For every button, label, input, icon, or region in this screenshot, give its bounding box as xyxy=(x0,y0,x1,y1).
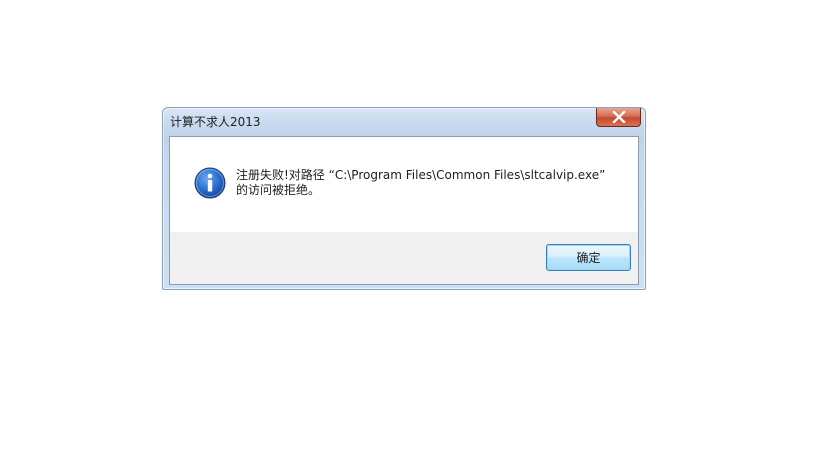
message-dialog: 计算不求人2013 注册失败!对路径 “C:\Program Files\Com… xyxy=(162,107,646,290)
message-area: 注册失败!对路径 “C:\Program Files\Common Files\… xyxy=(170,137,638,232)
message-line-2: 的访问被拒绝。 xyxy=(236,183,321,197)
dialog-title: 计算不求人2013 xyxy=(170,115,261,129)
close-button[interactable] xyxy=(596,108,641,127)
ok-button[interactable]: 确定 xyxy=(546,244,631,271)
error-message: 注册失败!对路径 “C:\Program Files\Common Files\… xyxy=(236,168,605,198)
message-line-1: 注册失败!对路径 “C:\Program Files\Common Files\… xyxy=(236,168,606,182)
dialog-body: 注册失败!对路径 “C:\Program Files\Common Files\… xyxy=(169,136,639,285)
information-icon xyxy=(194,167,226,199)
button-bar: 确定 xyxy=(170,232,638,284)
close-icon xyxy=(611,111,626,123)
